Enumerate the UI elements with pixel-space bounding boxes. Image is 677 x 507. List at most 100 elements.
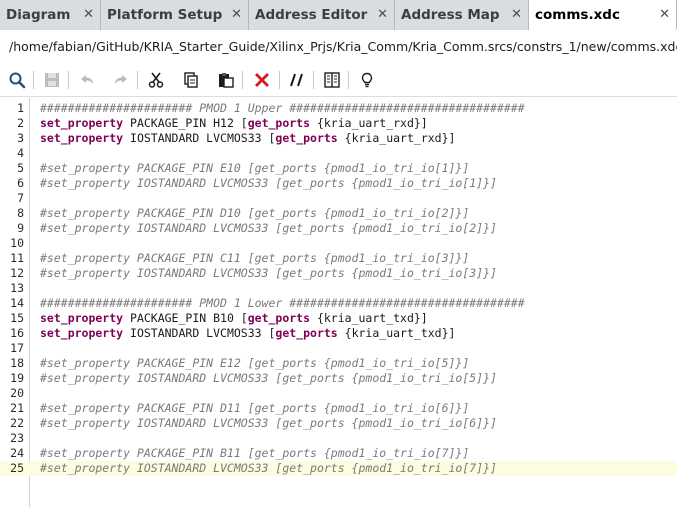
plain-token: {kria_uart_txd}] <box>310 311 428 325</box>
line-number: 10 <box>10 236 24 250</box>
keyword-token: set_property <box>40 311 124 325</box>
line-number: 15 <box>10 311 24 325</box>
toolbar-divider <box>137 71 138 89</box>
comment-token: #set_property PACKAGE_PIN C11 [get_ports… <box>40 251 470 265</box>
line-number: 14 <box>10 296 24 310</box>
comment-toggle-icon[interactable] <box>286 69 308 91</box>
toolbar-divider <box>279 71 280 89</box>
code-line[interactable]: 15 set_property PACKAGE_PIN B10 [get_port… <box>0 311 677 326</box>
code-line[interactable]: 9 #set_property IOSTANDARD LVCMOS33 [get_… <box>0 221 677 236</box>
tab-comms-xdc[interactable]: comms.xdc ✕ <box>529 0 677 30</box>
keyword-token: set_property <box>40 326 124 340</box>
code-line[interactable]: 24 #set_property PACKAGE_PIN B11 [get_por… <box>0 446 677 461</box>
code-line[interactable]: 5 #set_property PACKAGE_PIN E10 [get_port… <box>0 161 677 176</box>
comment-token: #set_property IOSTANDARD LVCMOS33 [get_p… <box>40 266 497 280</box>
plain-token: IOSTANDARD LVCMOS33 [ <box>123 131 276 145</box>
save-icon[interactable] <box>41 69 63 91</box>
cut-icon[interactable] <box>145 69 167 91</box>
code-line[interactable]: 21 #set_property PACKAGE_PIN D11 [get_por… <box>0 401 677 416</box>
code-text: #set_property IOSTANDARD LVCMOS33 [get_p… <box>40 371 497 386</box>
code-line[interactable]: 22 #set_property IOSTANDARD LVCMOS33 [get… <box>0 416 677 431</box>
code-line[interactable]: 13 <box>0 281 677 296</box>
line-number: 6 <box>17 176 24 190</box>
code-line[interactable]: 1 ###################### PMOD 1 Upper ###… <box>0 101 677 116</box>
search-icon[interactable] <box>6 69 28 91</box>
tab-label: Diagram <box>6 7 71 23</box>
plain-token: {kria_uart_rxd}] <box>337 131 456 145</box>
code-line[interactable]: 8 #set_property PACKAGE_PIN D10 [get_port… <box>0 206 677 221</box>
keyword-token: get_ports <box>247 116 311 130</box>
comment-token: #set_property IOSTANDARD LVCMOS33 [get_p… <box>40 461 497 475</box>
close-icon[interactable]: ✕ <box>83 0 94 30</box>
lightbulb-icon[interactable] <box>356 69 378 91</box>
code-line[interactable]: 14 ###################### PMOD 1 Lower ##… <box>0 296 677 311</box>
editor-toolbar <box>0 66 677 94</box>
code-text: set_property IOSTANDARD LVCMOS33 [get_po… <box>40 326 455 341</box>
close-icon[interactable]: ✕ <box>511 0 522 30</box>
toolbar-divider <box>33 71 34 89</box>
tab-label: Address Editor <box>255 7 368 23</box>
code-line[interactable]: 7 <box>0 191 677 206</box>
comment-token: #set_property PACKAGE_PIN B11 [get_ports… <box>40 446 470 460</box>
code-line[interactable]: 25 #set_property IOSTANDARD LVCMOS33 [get… <box>0 461 677 476</box>
code-text: #set_property IOSTANDARD LVCMOS33 [get_p… <box>40 221 497 236</box>
code-line[interactable]: 23 <box>0 431 677 446</box>
line-number: 23 <box>10 431 24 445</box>
code-text: #set_property PACKAGE_PIN E12 [get_ports… <box>40 356 469 371</box>
columns-icon[interactable] <box>321 69 343 91</box>
line-number: 13 <box>10 281 24 295</box>
close-icon[interactable]: ✕ <box>231 0 242 30</box>
code-line[interactable]: 12 #set_property IOSTANDARD LVCMOS33 [get… <box>0 266 677 281</box>
code-line[interactable]: 11 #set_property PACKAGE_PIN C11 [get_por… <box>0 251 677 266</box>
close-icon[interactable]: ✕ <box>659 0 670 30</box>
plain-token: PACKAGE_PIN B10 [ <box>123 311 248 325</box>
copy-icon[interactable] <box>180 69 202 91</box>
tab-diagram[interactable]: Diagram ✕ <box>0 0 101 30</box>
line-number: 19 <box>10 371 24 385</box>
line-number: 4 <box>17 146 24 160</box>
keyword-token: set_property <box>40 131 124 145</box>
tab-address-map[interactable]: Address Map ✕ <box>395 0 529 30</box>
code-line[interactable]: 6 #set_property IOSTANDARD LVCMOS33 [get_… <box>0 176 677 191</box>
comment-token: #set_property PACKAGE_PIN D11 [get_ports… <box>40 401 470 415</box>
code-text: set_property IOSTANDARD LVCMOS33 [get_po… <box>40 131 455 146</box>
code-line[interactable]: 2 set_property PACKAGE_PIN H12 [get_ports… <box>0 116 677 131</box>
code-text: set_property PACKAGE_PIN H12 [get_ports … <box>40 116 428 131</box>
code-line[interactable]: 10 <box>0 236 677 251</box>
code-line[interactable]: 3 set_property IOSTANDARD LVCMOS33 [get_p… <box>0 131 677 146</box>
line-number: 24 <box>10 446 24 460</box>
code-line[interactable]: 19 #set_property IOSTANDARD LVCMOS33 [get… <box>0 371 677 386</box>
code-editor[interactable]: 1 ###################### PMOD 1 Upper ###… <box>0 98 677 507</box>
file-path: /home/fabian/GitHub/KRIA_Starter_Guide/X… <box>9 39 677 54</box>
delete-icon[interactable] <box>251 69 273 91</box>
keyword-token: get_ports <box>275 326 338 340</box>
undo-icon[interactable] <box>76 69 98 91</box>
tab-address-editor[interactable]: Address Editor ✕ <box>249 0 395 30</box>
comment-token: ###################### PMOD 1 Lower ####… <box>40 296 525 310</box>
code-line[interactable]: 4 <box>0 146 677 161</box>
line-number: 7 <box>17 191 24 205</box>
code-text: #set_property PACKAGE_PIN D10 [get_ports… <box>40 206 469 221</box>
code-line[interactable]: 16 set_property IOSTANDARD LVCMOS33 [get_… <box>0 326 677 341</box>
line-number: 12 <box>10 266 24 280</box>
code-line[interactable]: 20 <box>0 386 677 401</box>
redo-icon[interactable] <box>110 69 132 91</box>
code-text: ###################### PMOD 1 Upper ####… <box>40 101 525 116</box>
tab-platform-setup[interactable]: Platform Setup ✕ <box>101 0 249 30</box>
toolbar-divider <box>242 71 243 89</box>
comment-token: ###################### PMOD 1 Upper ####… <box>40 101 525 115</box>
close-icon[interactable]: ✕ <box>377 0 388 30</box>
tab-bar: Diagram ✕ Platform Setup ✕ Address Edito… <box>0 0 677 30</box>
plain-token: IOSTANDARD LVCMOS33 [ <box>123 326 276 340</box>
line-number: 8 <box>17 206 24 220</box>
line-number: 2 <box>17 116 24 130</box>
plain-token: {kria_uart_txd}] <box>337 326 456 340</box>
tab-label: Platform Setup <box>107 7 223 23</box>
code-line[interactable]: 18 #set_property PACKAGE_PIN E12 [get_por… <box>0 356 677 371</box>
code-text: set_property PACKAGE_PIN B10 [get_ports … <box>40 311 428 326</box>
code-text: #set_property PACKAGE_PIN C11 [get_ports… <box>40 251 469 266</box>
paste-icon[interactable] <box>215 69 237 91</box>
toolbar-divider <box>348 71 349 89</box>
code-line[interactable]: 17 <box>0 341 677 356</box>
code-text: #set_property IOSTANDARD LVCMOS33 [get_p… <box>40 416 497 431</box>
